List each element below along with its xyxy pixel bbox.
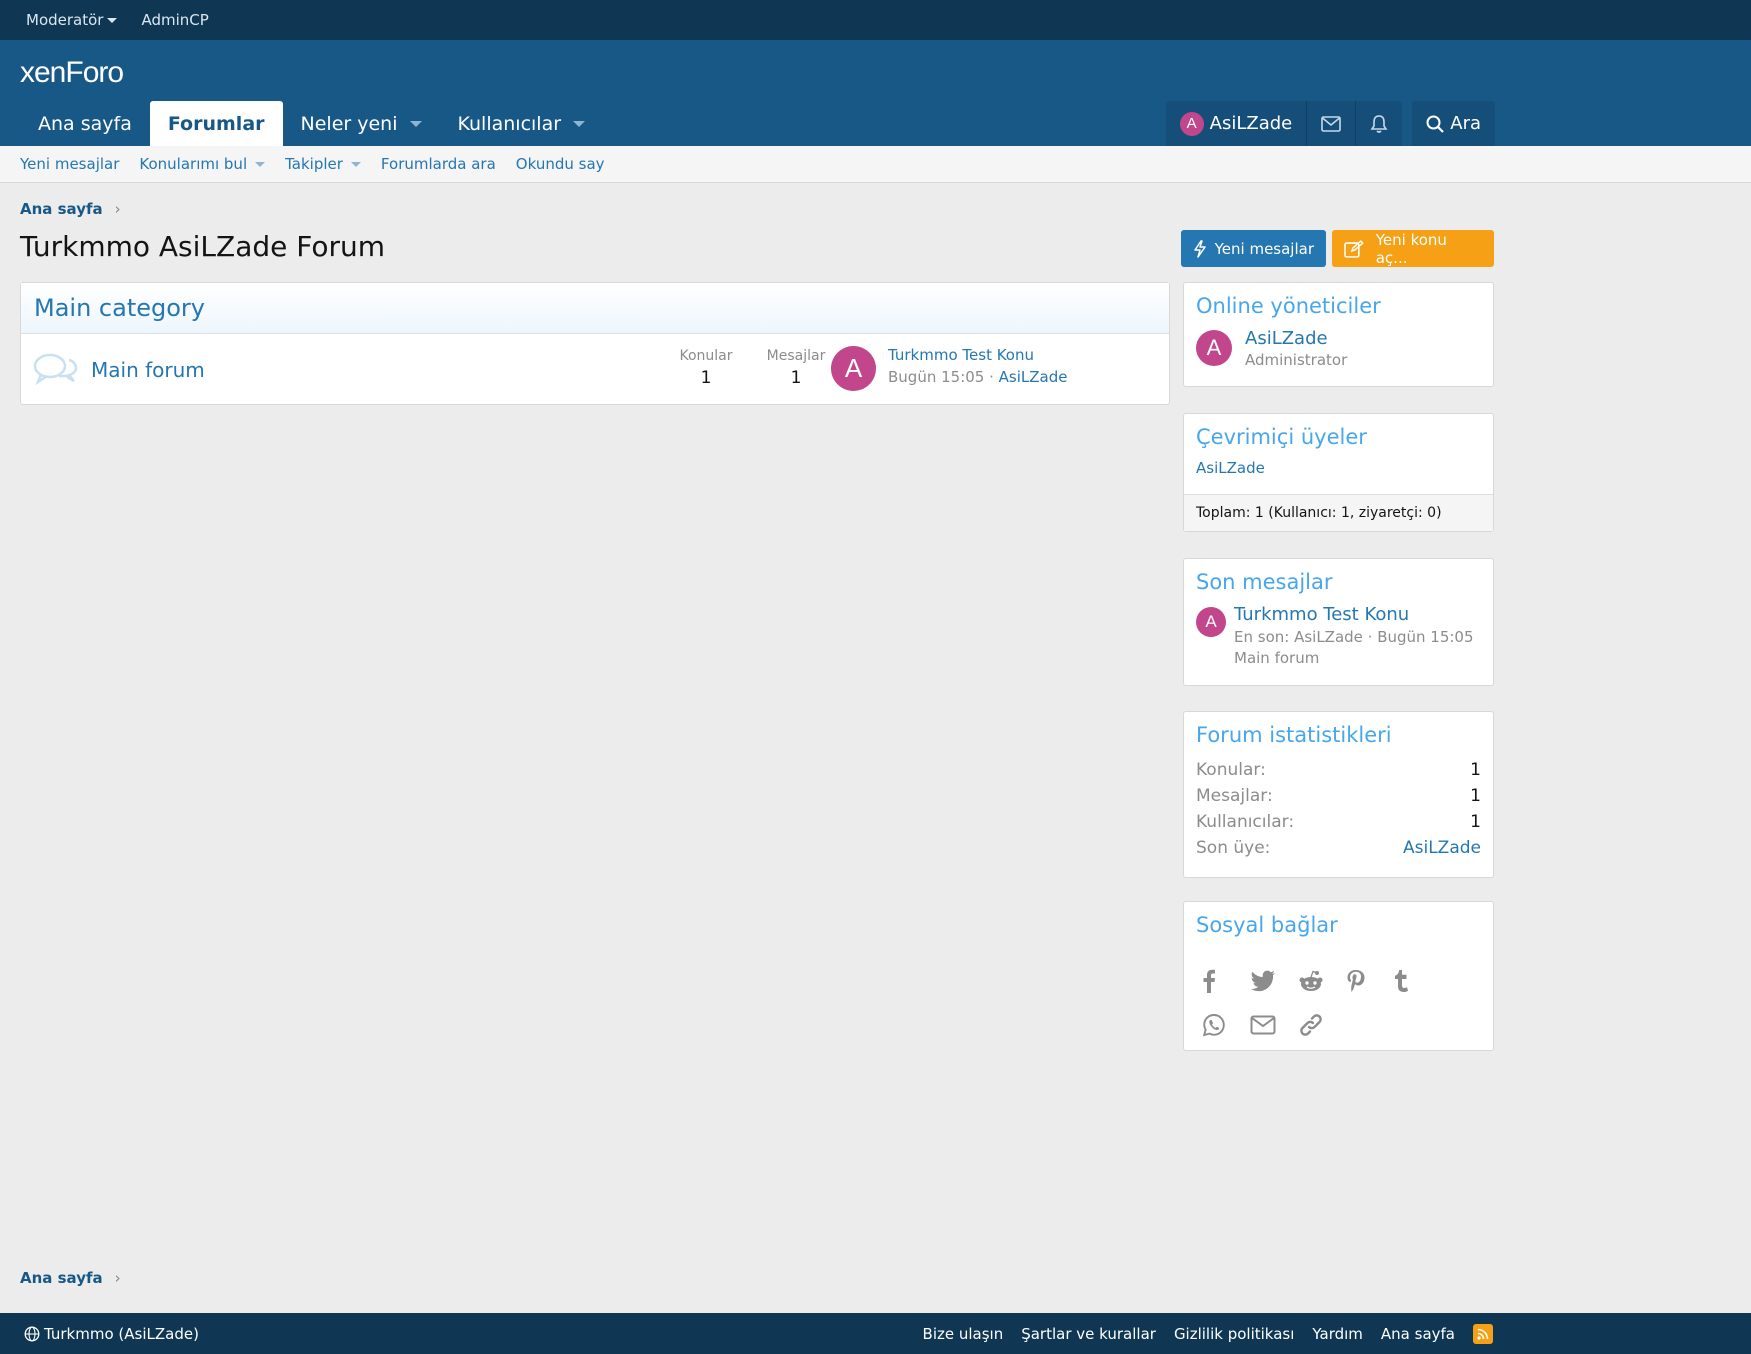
forum-link[interactable]: Main forum [1234,649,1474,667]
new-thread-button[interactable]: Yeni konu aç... [1332,230,1494,267]
facebook-icon[interactable] [1202,959,1250,1003]
last-post-time[interactable]: Bugün 15:05 [888,368,984,386]
user-nav: A AsiLZade Ara [1156,101,1495,146]
edit-icon [1344,239,1364,258]
forum-icon [33,352,79,392]
subnav-mark-read[interactable]: Okundu say [516,155,605,173]
caret-down-icon[interactable] [409,120,422,127]
caret-down-icon[interactable] [573,120,586,127]
search-icon [1426,115,1445,133]
new-posts-button[interactable]: Yeni mesajlar [1180,230,1326,267]
stat-row: Konular: 1 [1196,760,1481,780]
threads-stat: Konular 1 [679,348,733,388]
envelope-icon [1321,115,1342,132]
online-total: Toplam: 1 (Kullanıcı: 1, ziyaretçi: 0) [1184,494,1493,531]
globe-icon [24,1326,40,1341]
caret-down-icon [107,17,118,23]
link-icon[interactable] [1298,1003,1346,1047]
tumblr-icon[interactable] [1394,959,1442,1003]
newest-member-link[interactable]: AsiLZade [1403,838,1481,858]
site-logo[interactable]: xenForo [20,56,124,90]
search-button[interactable]: Ara [1412,101,1495,146]
chevron-right-icon: › [114,200,121,218]
bolt-icon [1193,239,1206,258]
block-title[interactable]: Forum istatistikleri [1184,712,1493,753]
header: xenForo Ana sayfa Forumlar Neler yeni Ku… [0,40,1751,146]
category-block: Main category Main forum Konular 1 Mesaj… [20,282,1170,405]
twitter-icon[interactable] [1250,959,1298,1003]
category-title[interactable]: Main category [21,283,1169,334]
tab-forums[interactable]: Forumlar [149,101,283,146]
pinterest-icon[interactable] [1346,959,1394,1003]
last-post-user[interactable]: AsiLZade [999,368,1068,386]
footer-terms-link[interactable]: Şartlar ve kurallar [1021,1325,1156,1343]
messages-stat: Mesajlar 1 [766,348,826,388]
avatar[interactable]: A [831,346,876,391]
page-actions: Yeni mesajlar Yeni konu aç... [1175,230,1494,267]
member-link[interactable]: AsiLZade [1196,459,1265,477]
footer-contact-link[interactable]: Bize ulaşın [923,1325,1004,1343]
breadcrumb-home[interactable]: Ana sayfa [20,200,103,218]
sub-nav: Yeni mesajlar Konularımı bul Takipler Fo… [0,146,1751,183]
breadcrumb-home[interactable]: Ana sayfa [20,1269,103,1287]
reddit-icon[interactable] [1298,959,1346,1003]
moderator-menu[interactable]: Moderatör [26,11,118,29]
footer-links: Bize ulaşın Şartlar ve kurallar Gizlilik… [905,1323,1493,1344]
block-title[interactable]: Son mesajlar [1184,559,1493,600]
staff-bar: Moderatör AdminCP [0,0,1751,40]
social-block: Sosyal bağlar [1183,901,1494,1051]
alerts-button[interactable] [1355,101,1402,146]
avatar[interactable]: A [1196,607,1226,637]
chevron-right-icon: › [114,1269,121,1287]
footer: Turkmmo (AsiLZade) Bize ulaşın Şartlar v… [0,1313,1751,1354]
thread-link[interactable]: Turkmmo Test Konu [1234,604,1409,625]
last-post: A Turkmmo Test Konu Bugün 15:05 · AsiLZa… [831,346,1067,391]
latest-posts-block: Son mesajlar A Turkmmo Test Konu En son:… [1183,558,1494,686]
block-title[interactable]: Çevrimiçi üyeler [1184,414,1493,455]
inbox-button[interactable] [1306,101,1355,146]
post-meta: En son: AsiLZade · Bugün 15:05 [1234,628,1474,646]
avatar: A [1179,111,1204,136]
stat-row: Mesajlar: 1 [1196,786,1481,806]
online-members-block: Çevrimiçi üyeler AsiLZade Toplam: 1 (Kul… [1183,413,1494,532]
tab-home[interactable]: Ana sayfa [20,101,150,146]
forum-stats-block: Forum istatistikleri Konular: 1 Mesajlar:… [1183,711,1494,878]
member-link[interactable]: AsiLZade [1245,328,1328,349]
footer-home-link[interactable]: Ana sayfa [1381,1325,1455,1343]
style-chooser[interactable]: Turkmmo (AsiLZade) [24,1325,199,1343]
whatsapp-icon[interactable] [1202,1003,1250,1047]
breadcrumb: Ana sayfa › [20,200,121,218]
stat-row: Son üye: AsiLZade [1196,838,1481,858]
block-title[interactable]: Online yöneticiler [1184,283,1493,324]
tab-whats-new[interactable]: Neler yeni [283,101,440,146]
footer-help-link[interactable]: Yardım [1312,1325,1363,1343]
subnav-new-posts[interactable]: Yeni mesajlar [20,155,119,173]
footer-privacy-link[interactable]: Gizlilik politikası [1174,1325,1294,1343]
subnav-my-threads[interactable]: Konularımı bul [139,155,266,173]
subnav-search-forums[interactable]: Forumlarda ara [381,155,496,173]
last-post-title[interactable]: Turkmmo Test Konu [888,346,1034,364]
subnav-watched[interactable]: Takipler [285,155,361,173]
rss-icon[interactable] [1473,1323,1493,1344]
caret-down-icon[interactable] [255,161,266,167]
email-icon[interactable] [1250,1003,1298,1047]
account-button[interactable]: A AsiLZade [1166,101,1307,146]
admincp-link[interactable]: AdminCP [141,11,208,29]
forum-link[interactable]: Main forum [91,358,205,382]
breadcrumb-bottom: Ana sayfa › [20,1269,121,1287]
caret-down-icon[interactable] [350,161,361,167]
stat-row: Kullanıcılar: 1 [1196,812,1481,832]
forum-row: Main forum Konular 1 Mesajlar 1 A Turkmm… [21,334,1169,405]
main-nav: Ana sayfa Forumlar Neler yeni Kullanıcıl… [20,101,603,146]
page-title: Turkmmo AsiLZade Forum [20,230,386,263]
online-staff-block: Online yöneticiler A AsiLZade Administra… [1183,282,1494,387]
bell-icon [1370,114,1388,133]
user-title: Administrator [1245,351,1348,369]
avatar[interactable]: A [1196,330,1232,366]
share-buttons [1184,943,1493,1047]
tab-members[interactable]: Kullanıcılar [440,101,604,146]
block-title[interactable]: Sosyal bağlar [1184,902,1493,943]
